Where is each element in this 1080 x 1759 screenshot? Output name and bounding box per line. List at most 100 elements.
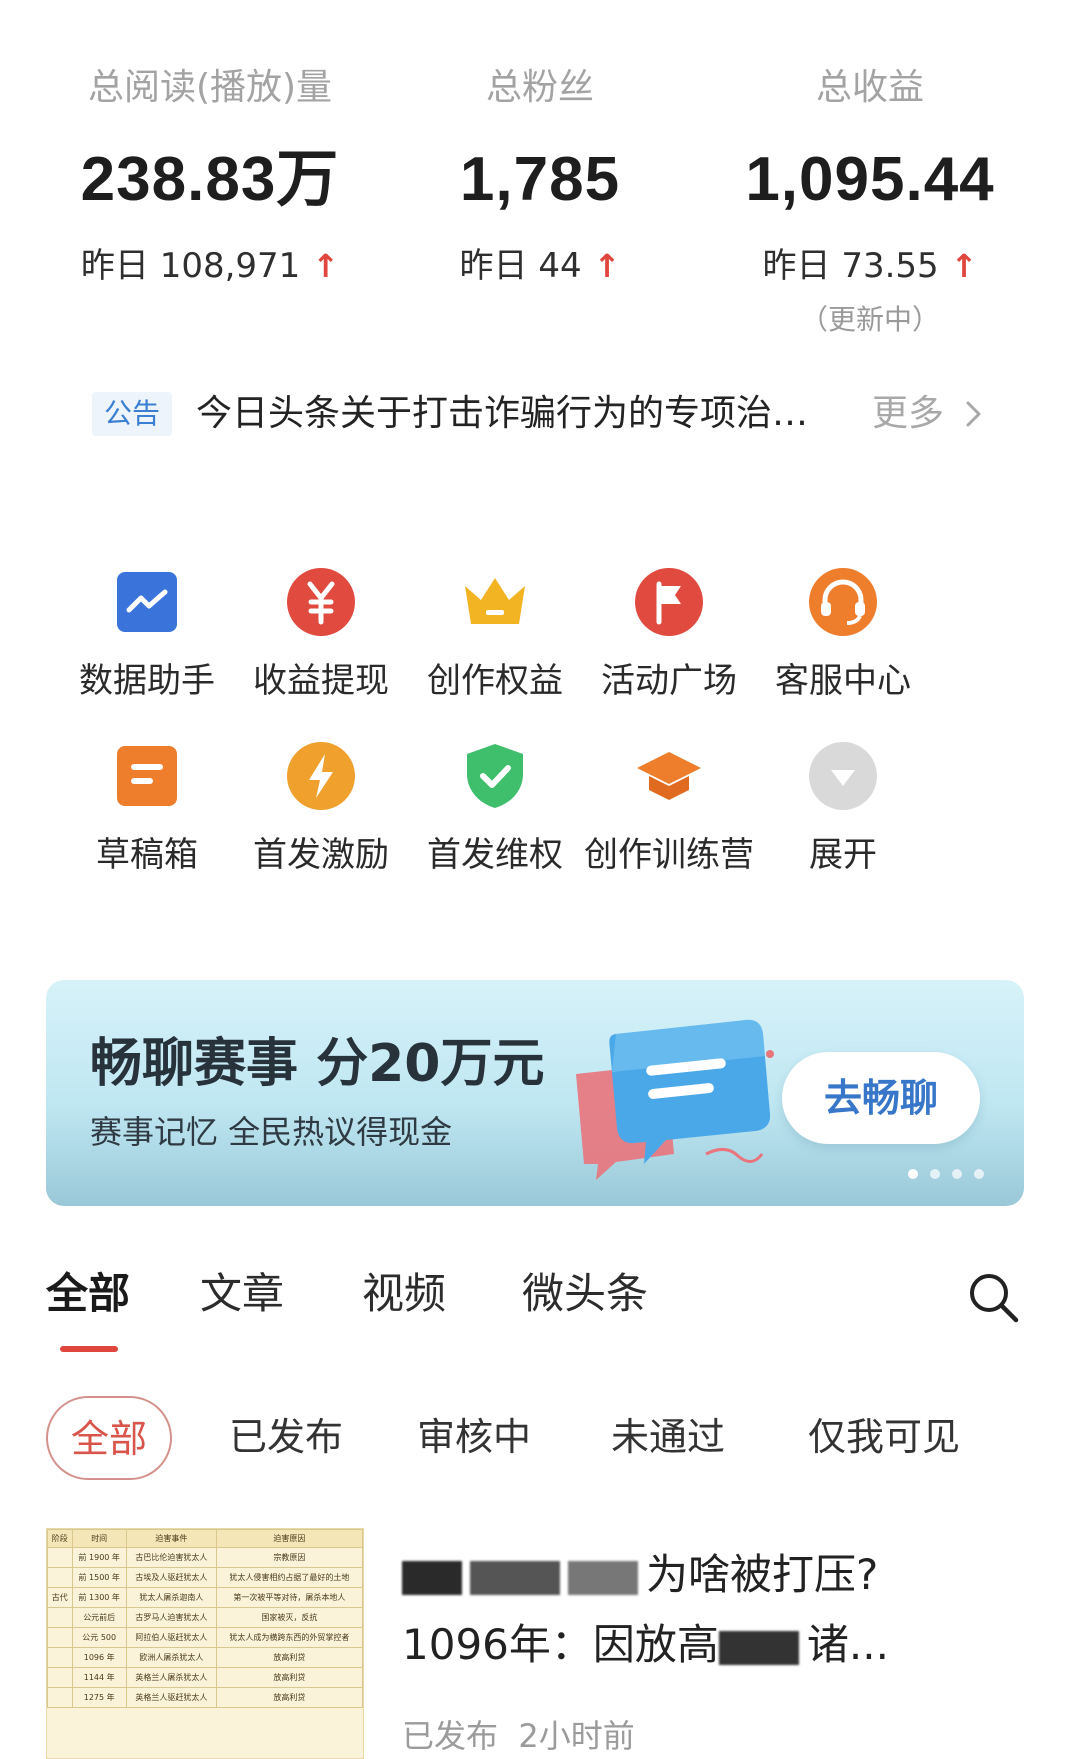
tool-first-publish-reward[interactable]: 首发激励 [226, 740, 416, 890]
tool-label: 首发激励 [253, 835, 389, 875]
announcement-text[interactable]: 今日头条关于打击诈骗行为的专项治… [196, 390, 836, 438]
thumb-cell: 前 1500 年 [71, 1567, 127, 1588]
thumb-row: 1144 年英格兰人屠杀犹太人 放高利贷 [47, 1667, 363, 1688]
thumb-cell: 犹太人屠杀迦南人 [125, 1587, 217, 1608]
thumb-cell [47, 1627, 73, 1648]
tool-data-assistant[interactable]: 数据助手 [52, 566, 242, 716]
redacted-text [718, 1630, 799, 1665]
chat-bubble-icon [576, 1019, 774, 1180]
pagination-dot[interactable] [974, 1169, 984, 1179]
tool-first-publish-rights[interactable]: 首发维权 [400, 740, 590, 890]
thumb-cell: 放高利贷 [215, 1687, 363, 1708]
thumb-cell: 英格兰人屠杀犹太人 [125, 1667, 217, 1688]
stats-panel: 总阅读(播放)量 238.83万 昨日 108,971 ↑ 总粉丝 1,785 昨… [0, 60, 1080, 340]
article-title-line: 为啥被打压? [402, 1540, 1042, 1610]
thumb-cell: 公元 500 [71, 1627, 127, 1648]
thumb-cell: 第一次被平等对待，屠杀本地人 [215, 1587, 363, 1608]
stat-total-fans[interactable]: 总粉丝 1,785 昨日 44 ↑ [360, 60, 720, 294]
announcement-tag: 公告 [92, 392, 173, 436]
more-link[interactable]: 更多 [872, 390, 944, 438]
stat-total-reads[interactable]: 总阅读(播放)量 238.83万 昨日 108,971 ↑ [30, 60, 390, 294]
stat-yesterday: 昨日 73.55 ↑ [690, 238, 1050, 294]
stat-yesterday: 昨日 108,971 ↑ [30, 238, 390, 294]
thumb-cell: 古代 [47, 1587, 73, 1608]
banner-title: 畅聊赛事 分20万元 [90, 1034, 545, 1094]
tool-customer-service[interactable]: 客服中心 [748, 566, 938, 716]
banner-pagination[interactable] [908, 1164, 998, 1179]
chevron-right-icon[interactable] [962, 400, 986, 428]
tab-videos[interactable]: 视频 [362, 1262, 446, 1326]
tool-creator-benefits[interactable]: 创作权益 [400, 566, 590, 716]
redacted-text [568, 1560, 638, 1595]
tool-label: 活动广场 [601, 661, 737, 701]
lightning-icon [287, 742, 355, 810]
redacted-text [402, 1560, 462, 1595]
thumb-row: 前 1500 年古埃及人驱赶犹太人 犹太人侵害相约占据了最好的土地 [47, 1567, 363, 1588]
stat-label: 总阅读(播放)量 [87, 67, 333, 108]
up-arrow-icon: ↑ [593, 247, 621, 285]
thumb-cell: 宗教原因 [215, 1547, 363, 1568]
flag-icon [635, 568, 703, 636]
thumb-header-cell: 时间 [71, 1529, 127, 1548]
draft-icon [117, 746, 177, 806]
thumb-cell: 1275 年 [71, 1687, 127, 1708]
redacted-text [470, 1560, 560, 1595]
tab-micro-posts[interactable]: 微头条 [522, 1262, 648, 1326]
tool-drafts[interactable]: 草稿箱 [52, 740, 242, 890]
tool-label: 展开 [809, 835, 877, 875]
tab-articles[interactable]: 文章 [200, 1262, 284, 1326]
thumb-cell: 古罗马人迫害犹太人 [125, 1607, 217, 1628]
filter-reviewing[interactable]: 审核中 [398, 1396, 550, 1480]
thumb-cell [47, 1567, 73, 1588]
thumb-cell: 英格兰人驱赶犹太人 [125, 1687, 217, 1708]
stat-total-earnings[interactable]: 总收益 1,095.44 昨日 73.55 ↑ （更新中） [690, 60, 1050, 340]
thumb-header-cell: 迫害事件 [125, 1529, 217, 1548]
thumb-row: 1096 年欧洲人屠杀犹太人 放高利贷 [47, 1647, 363, 1668]
tab-all[interactable]: 全部 [46, 1262, 130, 1326]
tool-creator-camp[interactable]: 创作训练营 [574, 740, 764, 890]
tool-label: 收益提现 [253, 661, 389, 701]
thumb-row: 古代前 1300 年犹太人屠杀迦南人 第一次被平等对待，屠杀本地人 [47, 1587, 363, 1608]
filter-rejected[interactable]: 未通过 [592, 1396, 744, 1480]
tool-label: 创作权益 [427, 661, 563, 701]
filter-private[interactable]: 仅我可见 [784, 1396, 984, 1480]
content-tabs: 全部 文章 视频 微头条 [46, 1262, 1046, 1352]
thumb-cell: 放高利贷 [215, 1647, 363, 1668]
crown-icon [465, 578, 525, 624]
thumb-cell: 1096 年 [71, 1647, 127, 1668]
up-arrow-icon: ↑ [312, 247, 340, 285]
thumb-cell [47, 1687, 73, 1708]
article-meta: 已发布 2小时前 [402, 1714, 635, 1758]
thumb-cell: 公元前后 [71, 1607, 127, 1628]
announcement-bar[interactable]: 公告 今日头条关于打击诈骗行为的专项治… 更多 [92, 378, 992, 450]
stat-yesterday-text: 昨日 73.55 [762, 246, 939, 286]
filter-published[interactable]: 已发布 [210, 1396, 362, 1480]
tool-earnings-withdraw[interactable]: 收益提现 [226, 566, 416, 716]
thumb-cell: 前 1300 年 [71, 1587, 127, 1608]
article-title-text: 为啥被打压? [646, 1550, 879, 1599]
thumb-row: 1275 年英格兰人驱赶犹太人 放高利贷 [47, 1687, 363, 1708]
stat-value: 238.83万 [80, 145, 340, 214]
thumb-cell: 古埃及人驱赶犹太人 [125, 1567, 217, 1588]
tool-activity-square[interactable]: 活动广场 [574, 566, 764, 716]
go-chat-button[interactable]: 去畅聊 [782, 1052, 980, 1144]
pagination-dot[interactable] [930, 1169, 940, 1179]
status-filter-bar: 全部 已发布 审核中 未通过 仅我可见 [46, 1396, 1080, 1482]
tool-expand[interactable]: 展开 [748, 740, 938, 890]
shield-icon [467, 744, 523, 808]
thumb-cell: 1144 年 [71, 1667, 127, 1688]
article-list-item[interactable]: 阶段 时间 迫害事件 迫害原因 前 1900 年古巴比伦迫害犹太人 宗教原因前 1… [46, 1528, 1080, 1759]
stat-updating-note: （更新中） [799, 303, 940, 336]
thumb-cell [47, 1667, 73, 1688]
search-icon[interactable] [966, 1270, 1020, 1324]
tool-label: 客服中心 [775, 661, 911, 701]
promo-banner[interactable]: 畅聊赛事 分20万元 赛事记忆 全民热议得现金 去畅聊 [46, 980, 1024, 1206]
tool-label: 创作训练营 [584, 835, 754, 875]
filter-all[interactable]: 全部 [46, 1396, 172, 1480]
pagination-dot[interactable] [908, 1169, 918, 1179]
thumb-row: 前 1900 年古巴比伦迫害犹太人 宗教原因 [47, 1547, 363, 1568]
stat-yesterday-text: 昨日 108,971 [80, 246, 301, 286]
active-tab-indicator [60, 1346, 118, 1352]
pagination-dot[interactable] [952, 1169, 962, 1179]
headset-icon [809, 568, 877, 636]
